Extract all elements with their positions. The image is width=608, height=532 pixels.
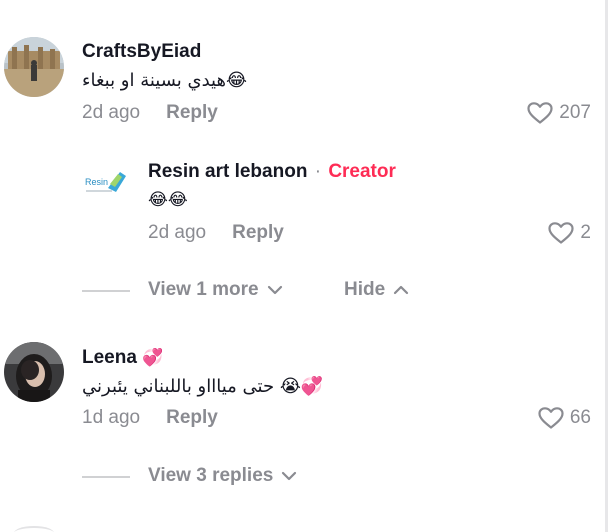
comment-username[interactable]: CraftsByEiad [82,41,201,63]
comment-username[interactable]: Resin art lebanon · Creator [148,161,396,183]
view-replies-label: View 3 replies [148,465,274,486]
reply-button[interactable]: Reply [166,102,218,123]
heart-icon [538,407,564,429]
view-more-label: View 1 more [148,279,259,300]
comment-text: 😂😂 [148,190,188,210]
heart-icon [548,222,575,244]
reply-button[interactable]: Reply [232,222,284,243]
chevron-up-icon [394,285,409,295]
like-button[interactable]: 207 [527,102,591,124]
like-button[interactable]: 66 [538,407,591,429]
comment-time: 2d ago [148,222,207,243]
comment-time: 2d ago [82,102,141,123]
like-button[interactable]: 2 [548,222,591,244]
creator-badge: Creator [328,161,396,182]
separator: · [314,161,322,182]
chevron-down-icon [282,471,297,481]
thread-divider [82,290,130,292]
comment-meta: 2d ago Reply [148,222,284,244]
comment-time: 1d ago [82,407,141,428]
creator-name[interactable]: Resin art lebanon [148,161,307,182]
reply-button[interactable]: Reply [166,407,218,428]
comments-panel: CraftsByEiad 😂هيدي بسينة او ببغاء 2d ago… [0,0,608,532]
comment-text: 😂هيدي بسينة او ببغاء [82,70,248,91]
comment-username[interactable]: Leena 💞 [82,347,163,369]
avatar[interactable] [14,526,54,532]
avatar[interactable] [4,37,64,97]
svg-text:Resin: Resin [85,177,108,187]
heart-icon [527,102,553,124]
like-count: 207 [559,102,591,123]
thread-divider [82,476,130,478]
hide-button[interactable]: Hide [344,279,409,301]
like-count: 66 [569,407,591,428]
avatar[interactable] [4,342,64,402]
hide-label: Hide [344,279,386,300]
chevron-down-icon [267,285,282,295]
commenter-name[interactable]: Leena [82,347,137,368]
username-emoji: 💞 [142,348,164,367]
comment-meta: 2d ago Reply [82,102,218,124]
avatar[interactable]: Resin [82,160,130,208]
like-count: 2 [580,222,591,243]
view-more-button[interactable]: View 1 more [148,279,283,301]
comment-text: 💞😭 حتى مياااو باللبناني يئبرني [82,376,324,397]
comment-meta: 1d ago Reply [82,407,218,429]
view-replies-button[interactable]: View 3 replies [148,465,297,487]
